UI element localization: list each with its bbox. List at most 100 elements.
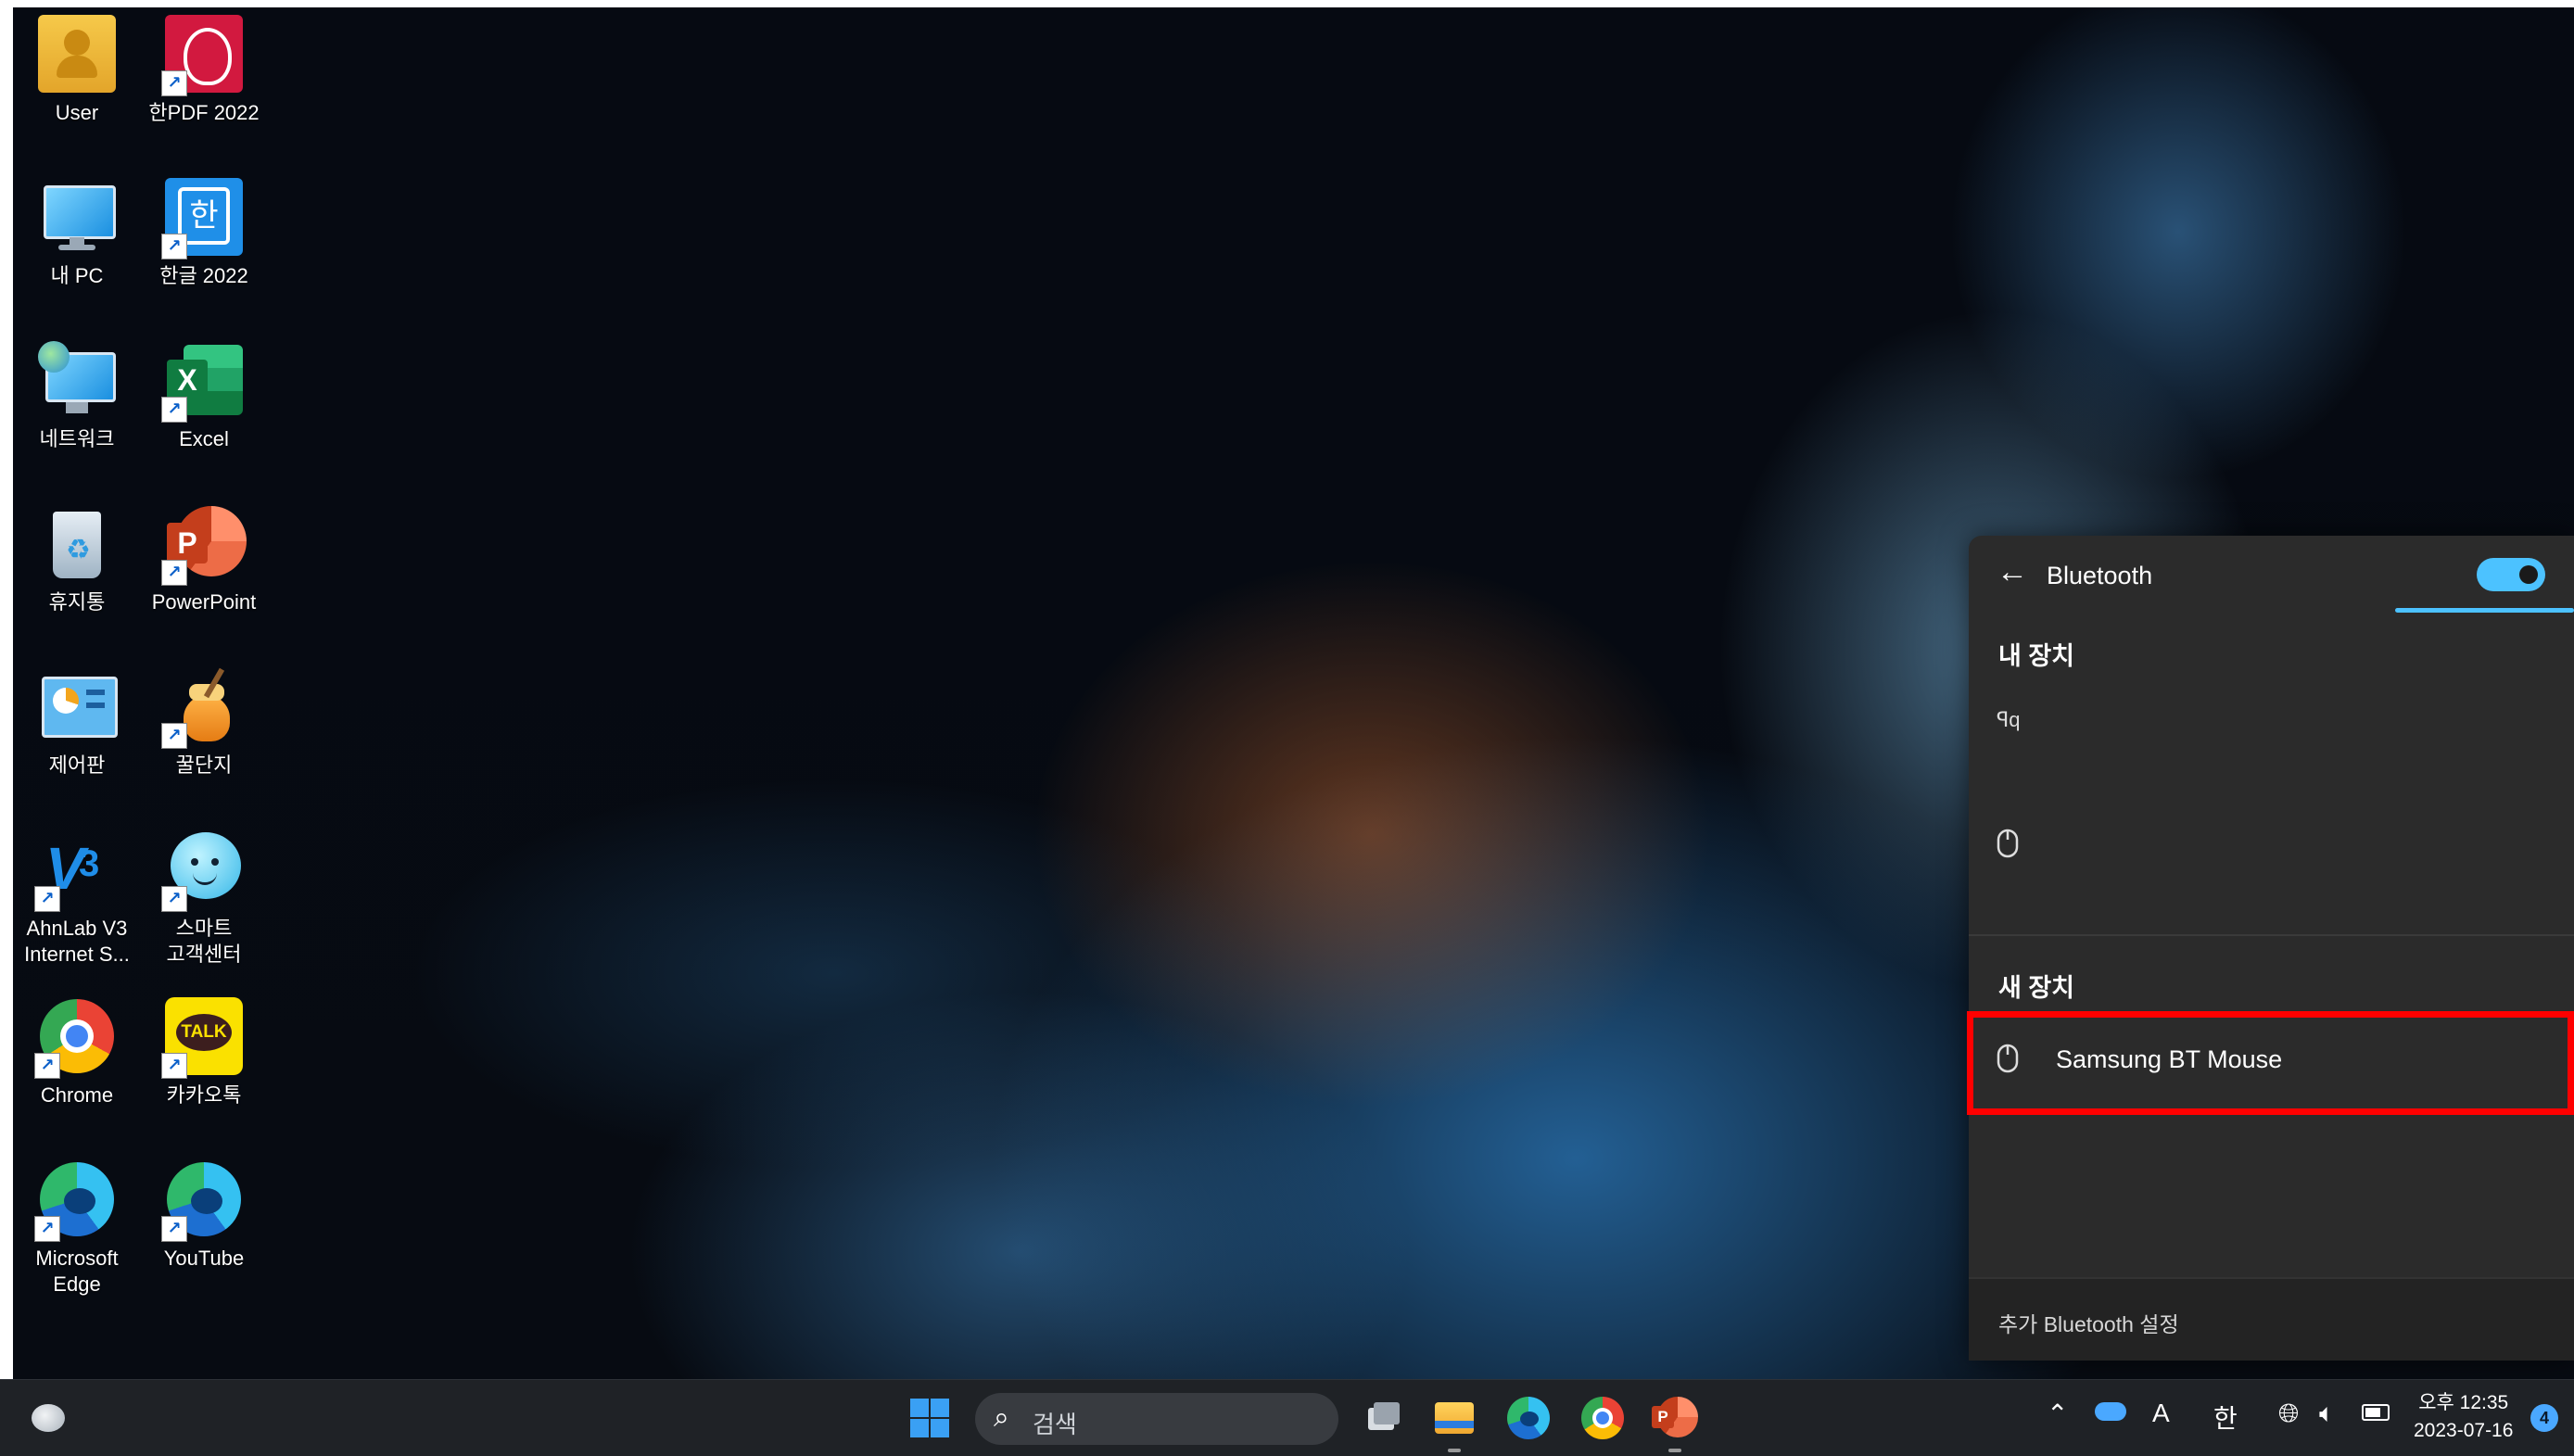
shortcut-arrow-icon: ↗ (34, 1053, 60, 1079)
desktop-icon-powerpoint[interactable]: P ↗ PowerPoint (144, 504, 264, 652)
desktop-icon-label: Microsoft Edge (35, 1247, 119, 1296)
running-indicator (1448, 1449, 1461, 1452)
task-view-icon[interactable] (1359, 1395, 1405, 1441)
edge-taskbar-icon[interactable] (1505, 1395, 1552, 1441)
desktop-icon-hangul[interactable]: 한 ↗ 한글 2022 (144, 178, 264, 326)
monitor-icon (38, 178, 116, 256)
search-icon: ⌕ (994, 1402, 1009, 1433)
bluetooth-toggle[interactable] (2477, 558, 2545, 591)
scan-progress-bar (2395, 608, 2574, 613)
desktop-icon-user[interactable]: User (17, 15, 137, 163)
network-globe-icon[interactable]: 🌐︎ (2278, 1399, 2299, 1429)
desktop-icon-kakaotalk[interactable]: TALK ↗ 카카오톡 (144, 997, 264, 1146)
running-indicator (1668, 1449, 1681, 1452)
ime-lang-indicator[interactable]: 한 (2213, 1399, 2238, 1436)
shortcut-arrow-icon: ↗ (161, 560, 187, 586)
edge-icon: ↗ (34, 1160, 116, 1242)
taskbar: ⌕ 검색 P ⌃ A 한 🌐︎ 🔈︎ 오후 12:35 2023-07-16 4 (0, 1379, 2574, 1456)
search-placeholder: 검색 (1033, 1411, 1077, 1438)
battery-icon[interactable] (2362, 1404, 2390, 1421)
my-device-row[interactable]: ꟼq (1969, 684, 2574, 769)
ahnlab-icon: V 3 ↗ (34, 830, 116, 912)
bluetooth-footer: 추가 Bluetooth 설정 (1969, 1277, 2574, 1361)
hangul-icon: 한 ↗ (161, 178, 243, 260)
network-icon (38, 341, 116, 419)
edge-youtube-icon: ↗ (161, 1160, 243, 1242)
bluetooth-flyout: ← Bluetooth 내 장치 ꟼq 새 장치 Samsung BT Mous… (1969, 536, 2574, 1361)
ime-mode-indicator[interactable]: A (2152, 1399, 2170, 1428)
desktop-icon-label: YouTube (163, 1247, 245, 1270)
shortcut-arrow-icon: ↗ (161, 1053, 187, 1079)
chevron-up-icon[interactable]: ⌃ (2047, 1399, 2068, 1429)
desktop-icon-recycle-bin[interactable]: ♻ 휴지통 (17, 504, 137, 652)
desktop-icon-label: AhnLab V3 Internet S... (24, 917, 130, 966)
shortcut-arrow-icon: ↗ (161, 397, 187, 423)
desktop-icon-ahnlab[interactable]: V 3 ↗ AhnLab V3 Internet S... (17, 830, 137, 988)
shortcut-arrow-icon: ↗ (34, 886, 60, 912)
powerpoint-icon: P ↗ (161, 504, 247, 586)
desktop-icon-label: 꿀단지 (175, 753, 233, 777)
shortcut-arrow-icon: ↗ (161, 886, 187, 912)
more-bluetooth-settings-link[interactable]: 추가 Bluetooth 설정 (1998, 1307, 2179, 1338)
shortcut-arrow-icon: ↗ (161, 234, 187, 260)
taskbar-search-box[interactable]: ⌕ 검색 (975, 1393, 1338, 1445)
highlight-box (1967, 1011, 2574, 1115)
desktop-icon-youtube[interactable]: ↗ YouTube (144, 1160, 264, 1309)
desktop-icon-edge[interactable]: ↗ Microsoft Edge (17, 1160, 137, 1318)
left-border (0, 0, 13, 1455)
my-device-row[interactable] (1969, 803, 2574, 888)
shortcut-arrow-icon: ↗ (34, 1216, 60, 1242)
shortcut-arrow-icon: ↗ (161, 70, 187, 96)
section-divider (1969, 934, 2574, 936)
desktop-icon-label: 카카오톡 (166, 1083, 242, 1107)
shortcut-arrow-icon: ↗ (161, 723, 187, 749)
excel-icon: X ↗ (161, 341, 243, 423)
powerpoint-taskbar-icon[interactable]: P (1652, 1395, 1698, 1441)
start-button[interactable] (907, 1395, 953, 1441)
desktop-icon-label: 네트워크 (39, 427, 115, 450)
kakaotalk-icon: TALK ↗ (161, 997, 243, 1079)
desktop-icon-smart-support[interactable]: ↗ 스마트 고객센터 (144, 830, 264, 988)
desktop-icon-label: 내 PC (50, 264, 104, 287)
onedrive-icon[interactable] (2095, 1402, 2126, 1421)
back-arrow-icon[interactable]: ← (1997, 554, 2028, 590)
clock-date: 2023-07-16 (2414, 1420, 2514, 1441)
chrome-icon: ↗ (34, 997, 116, 1079)
desktop-icon-control-panel[interactable]: 제어판 (17, 667, 137, 816)
desktop-icon-my-pc[interactable]: 내 PC (17, 178, 137, 326)
desktop-icon-label: PowerPoint (151, 590, 257, 614)
desktop-icon-network[interactable]: 네트워크 (17, 341, 137, 489)
bluetooth-title: Bluetooth (2047, 562, 2153, 589)
desktop-icon-label: 한PDF 2022 (148, 101, 260, 124)
hanpdf-icon: ↗ (161, 15, 243, 96)
file-explorer-icon[interactable] (1431, 1395, 1477, 1441)
taskbar-clock[interactable]: 오후 12:35 2023-07-16 (2414, 1389, 2513, 1445)
volume-icon[interactable]: 🔈︎ (2319, 1399, 2335, 1429)
honey-pot-icon: ↗ (161, 667, 243, 749)
my-devices-label: 내 장치 (1998, 642, 2075, 670)
desktop-icon-label: 한글 2022 (159, 264, 248, 287)
desktop-icon-excel[interactable]: X ↗ Excel (144, 341, 264, 489)
mouse-icon (1997, 829, 2019, 865)
desktop-icon-hanpdf[interactable]: ↗ 한PDF 2022 (144, 15, 264, 163)
folder-user-icon (38, 15, 116, 93)
desktop-icon-label: 제어판 (48, 753, 106, 777)
desktop-icon-label: Chrome (40, 1083, 114, 1107)
notification-badge[interactable]: 4 (2530, 1404, 2558, 1432)
weather-icon[interactable] (28, 1399, 69, 1439)
toggle-knob (2519, 565, 2538, 584)
chrome-taskbar-icon[interactable] (1579, 1395, 1626, 1441)
desktop-icon-label: 스마트 고객센터 (166, 917, 242, 966)
desktop-icon-label: Excel (179, 427, 229, 450)
desktop-icon-chrome[interactable]: ↗ Chrome (17, 997, 137, 1146)
shortcut-arrow-icon: ↗ (161, 1216, 187, 1242)
new-devices-label: 새 장치 (1998, 974, 2075, 1002)
desktop-icon-label: User (55, 101, 99, 124)
recycle-bin-icon: ♻ (38, 504, 116, 582)
smart-support-icon: ↗ (161, 830, 243, 912)
desktop-icon-honey-pot[interactable]: ↗ 꿀단지 (144, 667, 264, 816)
unknown-device-icon: ꟼq (1997, 708, 2021, 731)
clock-time: 오후 12:35 (2418, 1392, 2509, 1413)
top-border (0, 0, 2574, 7)
desktop-icon-label: 휴지통 (48, 590, 106, 614)
